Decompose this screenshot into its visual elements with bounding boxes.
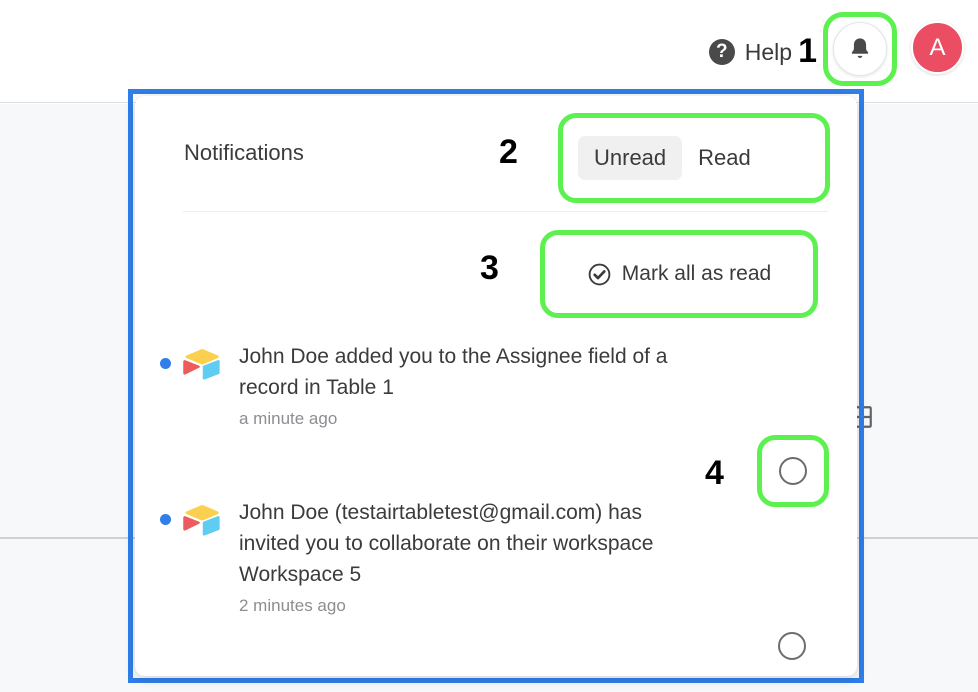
airtable-logo-icon xyxy=(183,349,220,380)
notification-timestamp: 2 minutes ago xyxy=(239,596,346,615)
notification-list-item[interactable]: John Doe added you to the Assignee field… xyxy=(135,331,857,441)
highlight-box-notifications-bell xyxy=(823,12,897,86)
step-marker-2: 2 xyxy=(499,133,518,171)
panel-title: Notifications xyxy=(184,140,304,165)
bell-icon xyxy=(851,38,869,58)
notification-list-item[interactable]: John Doe (testairtabletest@gmail.com) ha… xyxy=(135,487,857,626)
unread-indicator-dot xyxy=(160,358,171,369)
airtable-logo-icon xyxy=(183,505,220,536)
notifications-bell-button[interactable] xyxy=(833,22,887,76)
notification-message: John Doe (testairtabletest@gmail.com) ha… xyxy=(239,501,654,586)
notifications-list: John Doe added you to the Assignee field… xyxy=(135,331,857,660)
notification-text-block: John Doe added you to the Assignee field… xyxy=(239,341,694,429)
step-marker-4: 4 xyxy=(705,454,724,492)
question-mark-circle-icon: ? xyxy=(708,39,735,65)
tab-unread[interactable]: Unread xyxy=(578,136,683,180)
highlight-box-mark-all-as-read: Mark all as read xyxy=(540,230,818,318)
top-bar-right-cluster: ? Help 1 A xyxy=(708,0,964,103)
user-avatar[interactable]: A xyxy=(911,21,964,74)
step-marker-3: 3 xyxy=(480,249,499,287)
highlight-box-mark-as-read-circle xyxy=(757,435,829,507)
step-marker-1: 1 xyxy=(798,32,817,70)
mark-as-read-circle-icon[interactable] xyxy=(779,457,807,485)
panel-header-divider xyxy=(183,211,828,212)
notification-text-block: John Doe (testairtabletest@gmail.com) ha… xyxy=(239,497,694,616)
mark-as-read-circle-icon[interactable] xyxy=(778,632,806,660)
help-label: Help xyxy=(744,38,793,65)
tab-read[interactable]: Read xyxy=(682,136,767,180)
notifications-panel: Notifications 2 Unread Read 3 Mark all a… xyxy=(135,96,857,676)
notification-message: John Doe added you to the Assignee field… xyxy=(239,345,668,399)
mark-all-as-read-label[interactable]: Mark all as read xyxy=(622,262,771,286)
notification-timestamp: a minute ago xyxy=(239,409,338,428)
check-circle-icon xyxy=(588,263,611,285)
unread-indicator-dot xyxy=(160,514,171,525)
highlight-box-read-filter-tabs: Unread Read xyxy=(558,113,830,203)
help-button[interactable]: ? Help xyxy=(708,22,793,82)
